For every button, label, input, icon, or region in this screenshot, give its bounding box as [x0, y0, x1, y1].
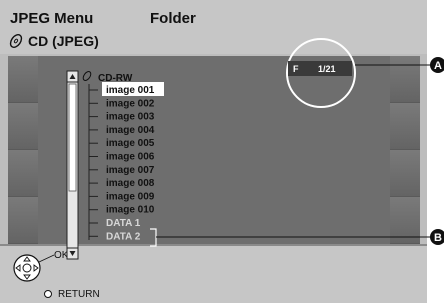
image-item[interactable]: image 002 — [106, 98, 155, 109]
image-item[interactable]: image 005 — [106, 138, 155, 149]
counter-folder-prefix: F — [293, 64, 299, 74]
image-item[interactable]: image 009 — [106, 191, 155, 202]
overlay: CD-RW image 001image 002image 003image 0… — [66, 38, 444, 260]
tree-items: image 001 image 002 image 003 image 004 imag… — [89, 82, 164, 242]
image-item[interactable]: image 004 — [106, 125, 155, 136]
data-folder-bracket — [150, 228, 157, 247]
image-item[interactable]: image 003 — [106, 112, 155, 123]
data-folder-item[interactable]: DATA 2 — [106, 231, 141, 242]
callout-a-label: A — [434, 60, 442, 72]
tree-root-icon — [82, 71, 92, 81]
image-item[interactable]: image 001 — [106, 85, 155, 96]
callout-b-label: B — [434, 232, 442, 244]
image-item[interactable]: image 008 — [106, 178, 155, 189]
image-item[interactable]: image 006 — [106, 152, 155, 163]
image-item[interactable]: image 010 — [106, 205, 155, 216]
data-folder-item[interactable]: DATA 1 — [106, 218, 141, 229]
scrollbar-thumb[interactable] — [68, 83, 77, 192]
image-item[interactable]: image 007 — [106, 165, 155, 176]
counter-value: 1/21 — [318, 64, 336, 74]
